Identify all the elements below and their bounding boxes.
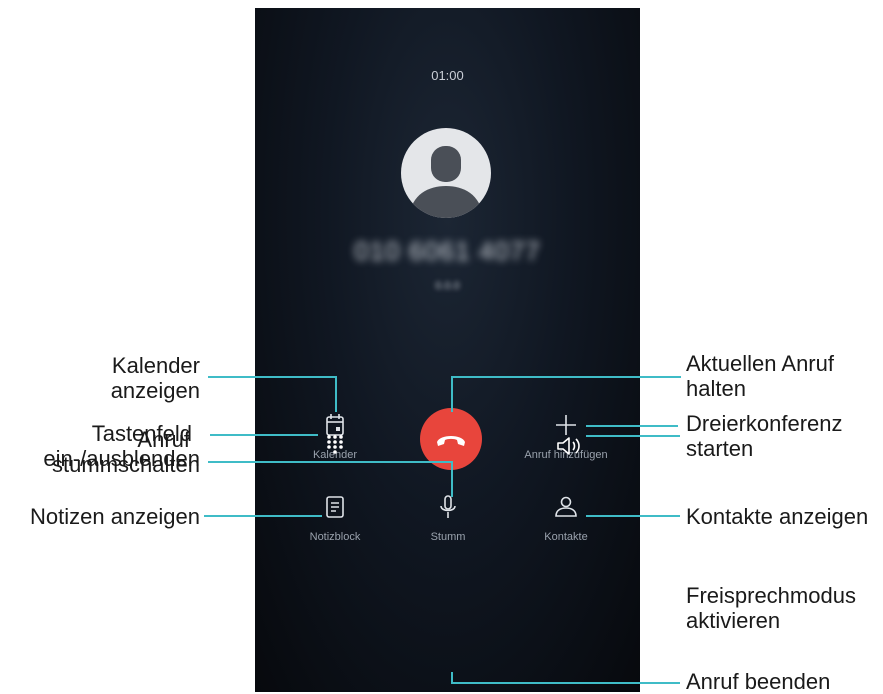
annotation-dialpad: Tastenfeld ein-/ausblenden xyxy=(43,421,200,471)
annotation-notepad-line1: Notizen anzeigen xyxy=(29,504,200,529)
annotation-speaker: Freisprechmodus aktivieren xyxy=(686,583,856,633)
annotation-calendar-line1: Kalender xyxy=(111,353,200,378)
annotation-end-call-line1: Anruf beenden xyxy=(686,669,831,694)
annotation-notepad: Notizen anzeigen xyxy=(30,504,200,529)
annotation-hold-line1: Aktuellen Anruf xyxy=(686,351,834,376)
annotation-contacts-line1: Kontakte anzeigen xyxy=(686,504,869,529)
annotation-calendar: Kalender anzeigen xyxy=(111,353,200,403)
annotation-hold: Aktuellen Anruf halten xyxy=(686,351,834,401)
annotation-speaker-line2: aktivieren xyxy=(686,608,781,633)
annotation-contacts: Kontakte anzeigen xyxy=(686,504,868,529)
annotation-calendar-line2: anzeigen xyxy=(110,378,200,403)
annotation-conference: Dreierkonferenz starten xyxy=(686,411,843,461)
annotation-dialpad-line1: Tastenfeld xyxy=(91,421,192,446)
annotation-speaker-line1: Freisprechmodus xyxy=(686,583,856,608)
annotation-conference-line2: starten xyxy=(686,436,754,461)
annotation-end-call: Anruf beenden xyxy=(686,669,830,694)
annotation-conference-line1: Dreierkonferenz xyxy=(686,411,843,436)
annotation-dialpad-line2: ein-/ausblenden xyxy=(43,446,200,471)
annotation-hold-line2: halten xyxy=(686,376,746,401)
